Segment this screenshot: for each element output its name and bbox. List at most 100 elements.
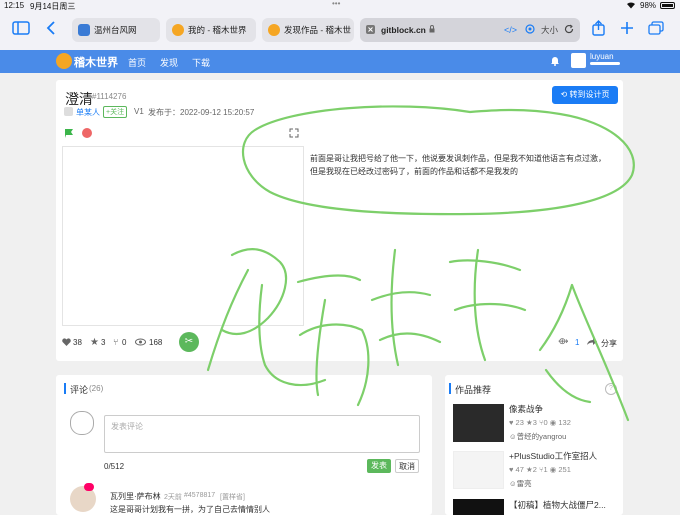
section-marker <box>449 383 451 394</box>
multitask-dots[interactable]: ••• <box>332 0 340 8</box>
fork-icon[interactable]: ⑂ <box>113 337 118 347</box>
reload-icon[interactable] <box>564 24 574 36</box>
star-icon: ★ <box>525 418 533 427</box>
project-stage[interactable] <box>62 146 304 326</box>
wifi-icon <box>626 1 636 11</box>
username[interactable]: luyuan <box>590 52 614 61</box>
lock-icon <box>429 25 435 35</box>
project-id: #1114276 <box>92 92 127 101</box>
recommend-item-title[interactable]: 像素战争 <box>509 403 543 415</box>
remix-icon[interactable]: ⟴ <box>558 336 568 347</box>
tab-label: 我的 - 稽木世界 <box>188 25 247 35</box>
recommend-item-author[interactable]: ☺曾经的yangrou <box>509 431 566 442</box>
user-level-bar <box>590 62 620 65</box>
submit-comment-button[interactable]: 发表 <box>367 459 391 473</box>
avatar[interactable] <box>571 53 586 68</box>
eye-icon <box>135 338 146 348</box>
star-icon[interactable]: ★ <box>90 337 99 348</box>
back-icon[interactable] <box>46 21 56 37</box>
url-text: gitblock.cn <box>381 25 426 35</box>
project-title: 澄清 <box>65 91 93 107</box>
tab-discover-works[interactable]: 发现作品 - 稽木世 <box>262 18 354 42</box>
recommend-item[interactable]: +PlusStudio工作室招人 ♥ 47 ★2 ⑂1 ◉ 251 ☺雷亮 <box>451 450 619 490</box>
tab-favicon <box>78 24 90 36</box>
text-size-button[interactable]: 大小 <box>541 24 558 36</box>
extension-icon[interactable] <box>525 24 535 36</box>
help-icon[interactable]: ? <box>605 383 617 395</box>
recommend-item-author[interactable]: ☺雷亮 <box>509 478 532 489</box>
heart-icon[interactable] <box>62 338 71 348</box>
project-description: 前面是哥让我把号给了他一下，他说要发讽刺作品，但是我不知道他语言有点过激，但是我… <box>310 154 606 176</box>
tab-favicon <box>172 24 184 36</box>
goto-design-button[interactable]: ⟲ 转到设计页 <box>552 86 618 104</box>
status-date: 9月14日周三 <box>30 2 76 11</box>
commenter-avatar <box>70 411 94 435</box>
comment-char-counter: 0/512 <box>104 462 125 471</box>
cancel-comment-button[interactable]: 取消 <box>395 459 419 473</box>
comments-title: 评论 <box>70 385 89 395</box>
nav-link-home[interactable]: 首页 <box>128 56 146 69</box>
like-count: 38 <box>73 338 82 347</box>
star-icon: ★ <box>525 465 533 474</box>
stop-icon[interactable] <box>82 128 92 138</box>
nav-link-download[interactable]: 下载 <box>192 56 210 69</box>
code-icon[interactable]: </> <box>504 25 517 35</box>
recommend-item-stats: ♥ 23 ★3 ⑂0 ◉ 132 <box>509 418 571 427</box>
nav-link-discover[interactable]: 发现 <box>160 56 178 69</box>
recommend-item[interactable]: 像素战争 ♥ 23 ★3 ⑂0 ◉ 132 ☺曾经的yangrou <box>451 403 619 443</box>
tab-wenzhou-typhoon[interactable]: 温州台风网 <box>72 18 160 42</box>
new-tab-icon[interactable] <box>620 21 634 37</box>
heart-icon: ♥ <box>509 465 514 474</box>
share-arrow-icon[interactable] <box>586 337 598 348</box>
author-icon: ☺ <box>509 432 517 441</box>
follow-button[interactable]: +关注 <box>103 106 128 118</box>
comment-time: 2天前 <box>164 494 182 501</box>
battery-percent: 98% <box>640 1 657 10</box>
recommend-thumbnail[interactable] <box>453 404 504 442</box>
recommend-item-title[interactable]: +PlusStudio工作室招人 <box>509 450 597 462</box>
tab-label: 发现作品 - 稽木世 <box>284 25 352 35</box>
tab-overview-icon[interactable] <box>648 21 664 37</box>
view-count: 168 <box>149 338 163 347</box>
tab-my-gitblock[interactable]: 我的 - 稽木世界 <box>166 18 256 42</box>
logo-icon[interactable] <box>56 53 72 69</box>
recommend-thumbnail[interactable] <box>453 499 504 515</box>
fork-count: 0 <box>122 338 127 347</box>
star-count: 3 <box>101 338 106 347</box>
share-label[interactable]: 分享 <box>601 338 617 349</box>
comment-tag: [置样省] <box>220 494 245 501</box>
eye-icon: ◉ <box>549 418 557 427</box>
ios-status-bar: 12:15 9月14日周三 ••• 98% <box>0 0 680 12</box>
avatar-bow-icon <box>84 483 94 491</box>
tab-favicon <box>268 24 280 36</box>
battery-icon <box>660 2 675 9</box>
site-logo-text[interactable]: 稽木世界 <box>74 54 118 70</box>
comment-author-name[interactable]: 瓦列里·萨布林 <box>110 491 161 502</box>
design-button-label: 转到设计页 <box>569 90 610 99</box>
share-icon[interactable] <box>592 20 605 38</box>
site-nav: 稽木世界 首页 发现 下载 luyuan <box>0 50 680 73</box>
fullscreen-icon[interactable] <box>289 128 299 140</box>
project-card: 澄清 #1114276 ⟲ 转到设计页 单某人 +关注 V1 发布于：2022-… <box>56 80 623 361</box>
author-icon: ☺ <box>509 479 517 488</box>
status-time: 12:15 <box>4 1 25 10</box>
green-flag-icon[interactable] <box>64 128 75 141</box>
comment-id: #4578817 <box>184 492 216 499</box>
comment-input[interactable]: 发表评论 <box>104 415 420 453</box>
eye-icon: ◉ <box>549 465 557 474</box>
comments-card: 评论 (26) 发表评论 0/512 发表 取消 瓦列里·萨布林 2天前 #45… <box>56 375 432 515</box>
author-name[interactable]: 单某人 <box>76 107 100 118</box>
recommend-item-stats: ♥ 47 ★2 ⑂1 ◉ 251 <box>509 465 571 474</box>
section-marker <box>64 383 66 394</box>
close-tab-icon[interactable] <box>366 24 375 36</box>
recommend-card: 作品推荐 ? 像素战争 ♥ 23 ★3 ⑂0 ◉ 132 ☺曾经的yangrou… <box>445 375 623 515</box>
remix-tool-icon[interactable]: ✂ <box>179 332 199 352</box>
address-bar[interactable]: gitblock.cn </> 大小 <box>360 18 580 42</box>
recommend-item[interactable]: 【初稿】植物大战僵尸2... <box>451 497 619 515</box>
bell-icon[interactable] <box>550 55 560 68</box>
author-avatar[interactable] <box>64 107 73 116</box>
recommend-thumbnail[interactable] <box>453 451 504 489</box>
sidebar-toggle-icon[interactable] <box>12 21 30 38</box>
recommend-item-title[interactable]: 【初稿】植物大战僵尸2... <box>509 499 606 511</box>
project-version: V1 <box>134 107 144 116</box>
